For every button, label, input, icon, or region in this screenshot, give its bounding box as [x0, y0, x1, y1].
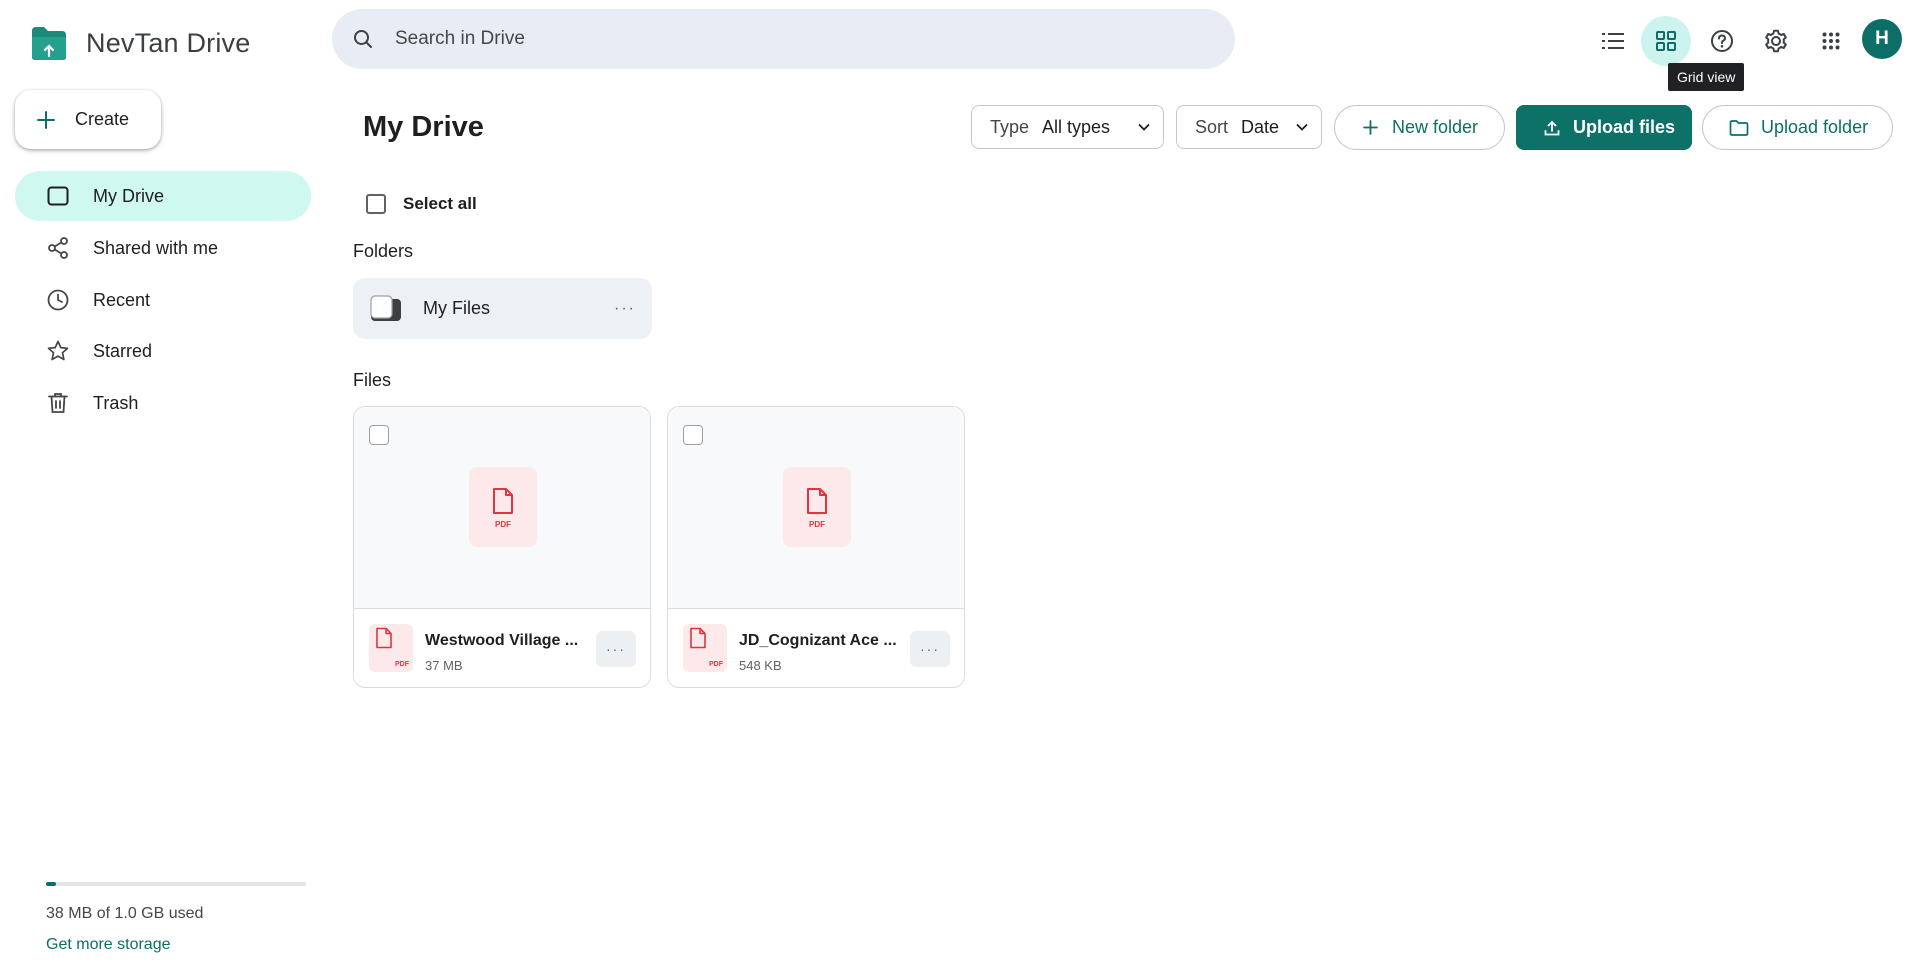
storage-progress-bar: [46, 882, 306, 886]
drive-logo-icon: [32, 27, 66, 60]
storage-usage-text: 38 MB of 1.0 GB used: [46, 905, 204, 922]
more-options-button[interactable]: ···: [596, 631, 636, 667]
type-filter-dropdown[interactable]: Type All types: [971, 105, 1164, 149]
file-card[interactable]: PDF PDF JD_Cognizant Ace ... 548 KB ···: [667, 406, 965, 688]
select-all-checkbox[interactable]: [366, 194, 386, 214]
trash-icon: [46, 392, 70, 414]
new-folder-label: New folder: [1392, 117, 1479, 137]
folder-card[interactable]: My Files ···: [353, 278, 652, 339]
list-view-button[interactable]: [1588, 16, 1638, 66]
file-info: PDF Westwood Village ... 37 MB ···: [354, 609, 650, 687]
more-options-button[interactable]: ···: [910, 631, 950, 667]
select-all-label: Select all: [403, 194, 477, 213]
plus-icon: [37, 110, 55, 129]
folder-name: My Files: [423, 298, 490, 318]
apps-button[interactable]: [1806, 16, 1856, 66]
pdf-icon: PDF: [369, 624, 413, 672]
more-options-icon[interactable]: ···: [614, 300, 636, 318]
file-preview: PDF: [668, 407, 964, 609]
upload-folder-label: Upload folder: [1761, 117, 1869, 137]
pdf-icon: PDF: [469, 467, 537, 547]
settings-icon: [1765, 29, 1787, 53]
sort-label: Sort: [1195, 116, 1229, 137]
grid-view-icon: [1656, 31, 1676, 51]
sort-value: Date: [1241, 116, 1280, 137]
search-bar[interactable]: [332, 9, 1235, 69]
apps-icon: [1822, 32, 1840, 50]
file-preview: PDF: [354, 407, 650, 609]
sidebar-item-label: Starred: [93, 340, 153, 361]
sidebar-item-trash[interactable]: Trash: [15, 378, 311, 428]
pdf-icon: PDF: [783, 467, 851, 547]
upload-files-button[interactable]: Upload files: [1516, 105, 1692, 150]
storage-progress-fill: [46, 882, 56, 886]
create-button[interactable]: Create: [15, 90, 161, 149]
get-more-storage-link[interactable]: Get more storage: [46, 936, 171, 954]
drive-icon: [46, 186, 70, 206]
file-size: 548 KB: [739, 658, 782, 673]
pdf-icon: PDF: [683, 624, 727, 672]
file-checkbox[interactable]: [369, 425, 389, 445]
folders-heading: Folders: [353, 241, 414, 261]
sidebar-item-label: Trash: [93, 392, 139, 413]
files-heading: Files: [353, 370, 392, 390]
app-logo[interactable]: NevTan Drive: [30, 25, 250, 61]
plus-icon: [1363, 120, 1378, 135]
search-input[interactable]: [393, 27, 1177, 51]
upload-icon: [1544, 120, 1560, 136]
sidebar-item-label: Shared with me: [93, 237, 219, 258]
list-view-icon: [1602, 33, 1624, 49]
app-title: NevTan Drive: [86, 27, 251, 58]
sidebar-item-label: Recent: [93, 289, 151, 310]
file-checkbox[interactable]: [683, 425, 703, 445]
sidebar-item-my-drive[interactable]: My Drive: [15, 171, 311, 221]
file-info: PDF JD_Cognizant Ace ... 548 KB ···: [668, 609, 964, 687]
avatar[interactable]: H: [1862, 19, 1902, 59]
sort-dropdown[interactable]: Sort Date: [1176, 105, 1322, 149]
grid-view-button[interactable]: [1641, 16, 1691, 66]
type-filter-value: All types: [1042, 116, 1111, 137]
folder-icon: [369, 294, 403, 323]
chevron-down-icon: [1138, 123, 1150, 131]
sidebar-item-label: My Drive: [93, 185, 164, 206]
star-icon: [46, 340, 70, 362]
sidebar-item-shared[interactable]: Shared with me: [15, 223, 311, 273]
sidebar-item-recent[interactable]: Recent: [15, 275, 311, 325]
share-icon: [46, 237, 70, 259]
folder-icon: [1729, 119, 1749, 136]
sidebar-item-starred[interactable]: Starred: [15, 326, 311, 376]
help-icon: [1711, 30, 1733, 52]
search-icon[interactable]: [353, 29, 373, 49]
chevron-down-icon: [1296, 123, 1308, 131]
settings-button[interactable]: [1751, 16, 1801, 66]
upload-files-label: Upload files: [1573, 117, 1676, 137]
file-size: 37 MB: [425, 658, 463, 673]
new-folder-button[interactable]: New folder: [1334, 105, 1505, 150]
file-name: Westwood Village ...: [425, 632, 579, 649]
type-filter-label: Type: [990, 116, 1030, 137]
select-all-control[interactable]: Select all: [366, 194, 477, 214]
help-button[interactable]: [1697, 16, 1747, 66]
file-card[interactable]: PDF PDF Westwood Village ... 37 MB ···: [353, 406, 651, 688]
tooltip: Grid view: [1668, 63, 1745, 91]
clock-icon: [46, 289, 70, 311]
file-name: JD_Cognizant Ace ...: [739, 632, 897, 649]
create-label: Create: [75, 109, 130, 129]
page-title: My Drive: [363, 111, 484, 143]
upload-folder-button[interactable]: Upload folder: [1702, 105, 1893, 150]
